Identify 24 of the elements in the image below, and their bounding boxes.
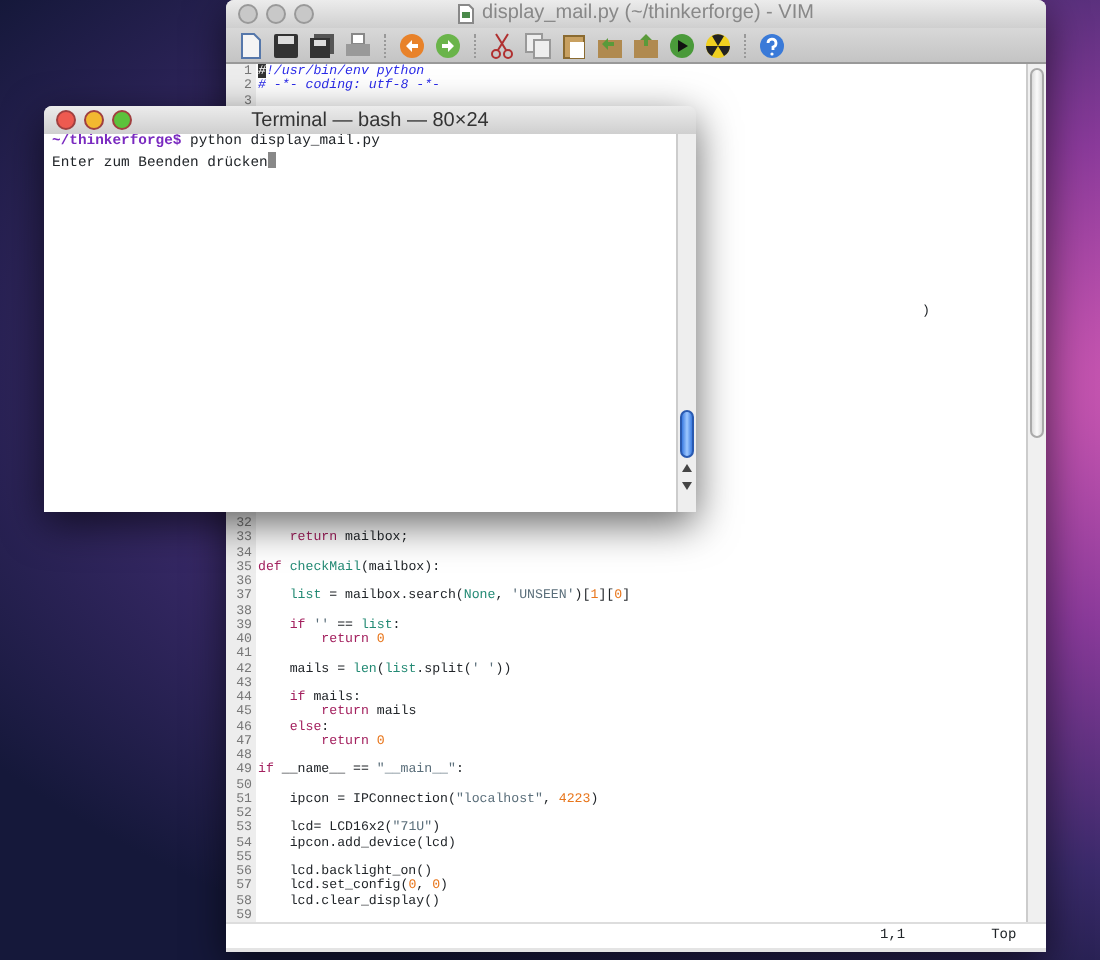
minimize-button[interactable] — [84, 110, 104, 130]
copy-icon[interactable] — [524, 31, 552, 59]
play-icon[interactable] — [668, 31, 696, 59]
zoom-button[interactable] — [112, 110, 132, 130]
close-button[interactable] — [56, 110, 76, 130]
save-all-icon[interactable] — [308, 31, 336, 59]
scroll-thumb[interactable] — [1030, 68, 1044, 438]
save-icon[interactable] — [272, 31, 300, 59]
undo-icon[interactable] — [398, 31, 426, 59]
scroll-down-icon[interactable] — [682, 482, 692, 490]
radiation-icon[interactable] — [704, 31, 732, 59]
close-button[interactable] — [238, 4, 258, 24]
scroll-thumb[interactable] — [680, 410, 694, 458]
cut-icon[interactable] — [488, 31, 516, 59]
zoom-button[interactable] — [294, 4, 314, 24]
minimize-button[interactable] — [266, 4, 286, 24]
window-title: Terminal — bash — 80×24 — [251, 110, 489, 132]
python-file-icon — [458, 4, 475, 24]
redo-icon[interactable] — [434, 31, 462, 59]
window-title: display_mail.py (~/thinkerforge) - VIM — [482, 0, 814, 28]
help-icon[interactable] — [758, 31, 786, 59]
scrollbar[interactable] — [1026, 64, 1046, 922]
paste-icon[interactable] — [560, 31, 588, 59]
scroll-up-icon[interactable] — [682, 464, 692, 472]
